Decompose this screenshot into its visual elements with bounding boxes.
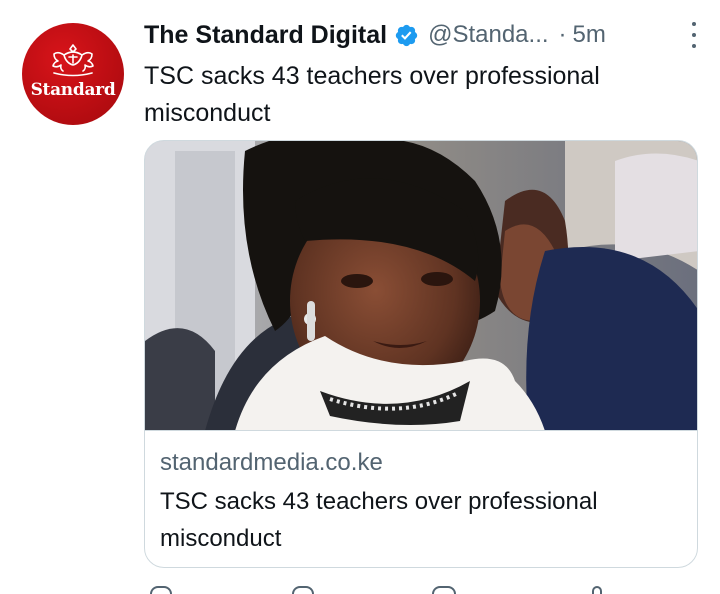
tweet-text: TSC sacks 43 teachers over professional … <box>144 62 600 127</box>
separator-dot: · <box>558 21 567 48</box>
reply-icon[interactable] <box>150 586 172 594</box>
card-image[interactable] <box>145 141 697 431</box>
link-card[interactable]: standardmedia.co.ke TSC sacks 43 teacher… <box>144 140 698 568</box>
share-icon[interactable] <box>592 586 602 594</box>
profile-avatar[interactable]: Standard <box>22 23 124 125</box>
more-options-icon[interactable] <box>689 22 699 48</box>
tweet-header: The Standard Digital @Standa... · 5m <box>144 18 699 52</box>
crest-logo-icon <box>52 44 94 77</box>
user-handle[interactable]: @Standa... <box>428 21 548 49</box>
like-icon[interactable] <box>432 586 456 594</box>
verified-badge-icon <box>395 24 418 46</box>
tweet-actions <box>144 584 699 594</box>
card-title: TSC sacks 43 teachers over professional … <box>160 488 598 552</box>
card-domain: standardmedia.co.ke <box>160 449 383 476</box>
avatar-wordmark: Standard <box>30 80 116 100</box>
display-name[interactable]: The Standard Digital <box>144 21 387 50</box>
timestamp[interactable]: 5m <box>573 21 606 49</box>
retweet-icon[interactable] <box>292 586 314 594</box>
